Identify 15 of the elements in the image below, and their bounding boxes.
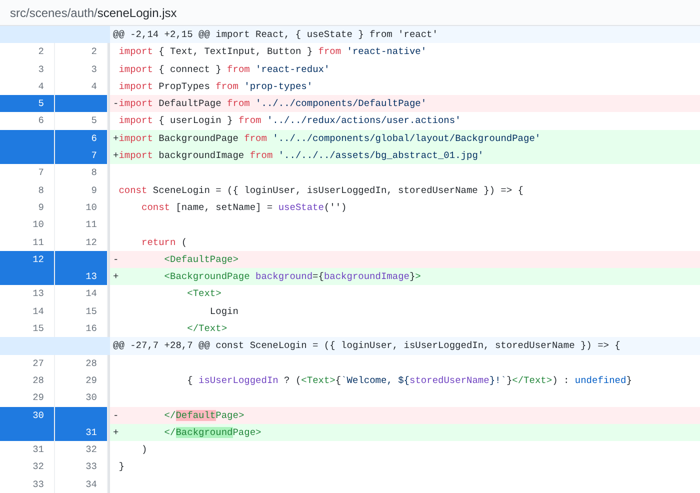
- line-number: 30: [0, 406, 55, 424]
- line-number: 7: [55, 147, 108, 164]
- line-number: 6: [55, 130, 108, 148]
- file-name[interactable]: sceneLogin.jsx: [97, 4, 177, 22]
- line-number: 13: [55, 268, 108, 286]
- line-number: 5: [0, 95, 55, 112]
- hunk-header: @@ -27,7 +28,7 @@ const SceneLogin = ({ loginUser, isUserLoggedIn, storedUserName }) => {: [110, 337, 700, 355]
- line-number: 16: [55, 320, 108, 338]
- line-number: 12: [0, 250, 55, 268]
- hunk-header: @@ -2,14 +2,15 @@ import React, { useState } from 'react': [110, 26, 700, 44]
- line-number: 27: [0, 354, 55, 372]
- line-number: 15: [0, 320, 55, 338]
- file-directory: src/scenes/auth/: [10, 4, 98, 22]
- line-number: 31: [55, 424, 108, 442]
- line-number: 28: [55, 354, 108, 372]
